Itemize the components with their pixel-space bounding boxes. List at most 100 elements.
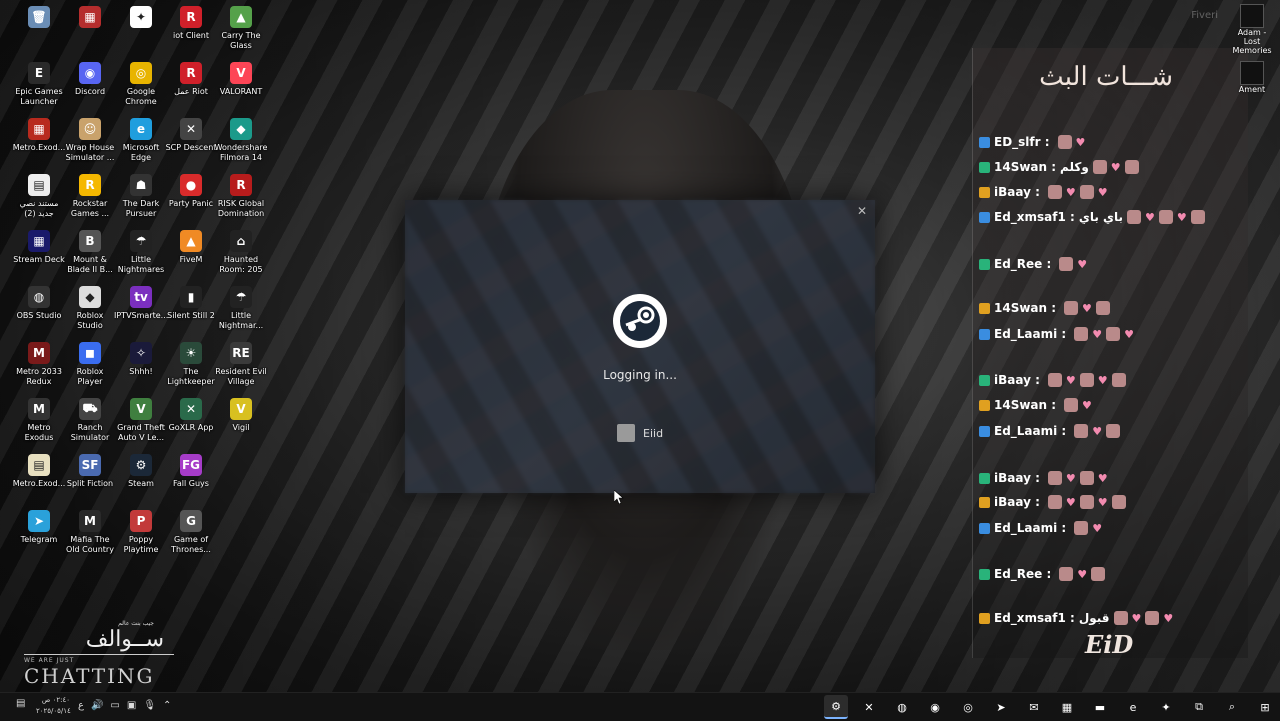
- desktop-icon[interactable]: ▤ Metro.Exod...: [12, 452, 66, 506]
- desktop-icon[interactable]: R Rockstar Games ...: [63, 172, 117, 226]
- desktop-icon[interactable]: M Mafia The Old Country: [63, 508, 117, 562]
- desktop-icon[interactable]: R عمل Riot: [164, 60, 218, 114]
- desktop-icon[interactable]: ☂ Little Nightmares: [114, 228, 168, 282]
- desktop-icon: [214, 452, 268, 506]
- desktop-icon-adam[interactable]: Adam - Lost Memories: [1230, 4, 1274, 55]
- taskbar-copilot-icon[interactable]: ✦: [1154, 695, 1178, 719]
- desktop-icon[interactable]: ⚙ Steam: [114, 452, 168, 506]
- emote-icon: [1190, 210, 1205, 224]
- desktop-icon[interactable]: ▦ Stream Deck: [12, 228, 66, 282]
- clock[interactable]: ٠٢:٤٠ ص ٢٠٢٥/٠٥/١٤: [36, 695, 71, 717]
- desktop-icon[interactable]: E Epic Games Launcher: [12, 60, 66, 114]
- desktop-icon[interactable]: ➤ Telegram: [12, 508, 66, 562]
- app-icon: ⌂: [230, 230, 252, 252]
- taskbar-outlook-icon[interactable]: ✉: [1022, 695, 1046, 719]
- taskbar-task-view-icon[interactable]: ⧉: [1187, 695, 1211, 719]
- taskbar-telegram-icon[interactable]: ➤: [989, 695, 1013, 719]
- desktop-icon[interactable]: ▦ Metro.Exod...: [12, 116, 66, 170]
- taskbar-apps: ⚙ ✕ ◍ ◉ ◎ ➤ ✉ ▦ ▬ e ✦ ⧉ ⌕ ⊞: [824, 695, 1277, 719]
- desktop-icon[interactable]: ◆ Wondershare Filmora 14: [214, 116, 268, 170]
- desktop-icon[interactable]: 🗑: [12, 4, 66, 58]
- desktop-icon-label: Vigil: [232, 423, 250, 432]
- desktop-icon[interactable]: ⛟ Ranch Simulator: [63, 396, 117, 450]
- desktop-icon[interactable]: ✕ SCP Descent: [164, 116, 218, 170]
- heart-icon: ♥: [1075, 135, 1086, 149]
- taskbar-steam-icon[interactable]: ⚙: [824, 695, 848, 719]
- desktop-icon[interactable]: ⌂ Haunted Room: 205: [214, 228, 268, 282]
- taskbar-start-icon[interactable]: ⊞: [1253, 695, 1277, 719]
- desktop-icon[interactable]: ☀ The Lightkeeper: [164, 340, 218, 394]
- chat-message: ED_slfr : ♥: [979, 132, 1085, 152]
- app-icon: ●: [180, 174, 202, 196]
- desktop-icon[interactable]: P Poppy Playtime: [114, 508, 168, 562]
- desktop-icon[interactable]: RE Resident Evil Village: [214, 340, 268, 394]
- desktop-icon[interactable]: V VALORANT: [214, 60, 268, 114]
- desktop-icon[interactable]: V Vigil: [214, 396, 268, 450]
- chat-message: 14Swan : ♥: [979, 298, 1110, 318]
- desktop-icon[interactable]: ☺ Wrap House Simulator ...: [63, 116, 117, 170]
- notification-icon[interactable]: ▤: [16, 698, 25, 709]
- desktop-icon[interactable]: Riot Client: [164, 4, 218, 58]
- chat-message: iBaay : ♥ ♥: [979, 370, 1126, 390]
- desktop-icon[interactable]: M Metro 2033 Redux: [12, 340, 66, 394]
- desktop-icon-ament[interactable]: Ament: [1230, 61, 1274, 94]
- chat-username: Ed_xmsaf1 :: [994, 210, 1075, 224]
- chevron-up-icon[interactable]: ⌃: [163, 700, 171, 711]
- desktop-icon[interactable]: M Metro Exodus: [12, 396, 66, 450]
- microphone-icon[interactable]: 🎙: [143, 700, 156, 711]
- desktop-icon[interactable]: V Grand Theft Auto V Le...: [114, 396, 168, 450]
- desktop-icon[interactable]: e Microsoft Edge: [114, 116, 168, 170]
- desktop-icon[interactable]: R RISK Global Domination: [214, 172, 268, 226]
- taskbar-xbox-icon[interactable]: ✕: [857, 695, 881, 719]
- network-icon[interactable]: ▭: [110, 700, 119, 711]
- desktop-icon[interactable]: ▤ مستند نصي جديد (2): [12, 172, 66, 226]
- app-icon: [1240, 61, 1264, 85]
- desktop-icon[interactable]: B Mount & Blade II B...: [63, 228, 117, 282]
- taskbar-chrome-icon[interactable]: ◎: [956, 695, 980, 719]
- taskbar-store-icon[interactable]: ▦: [1055, 695, 1079, 719]
- desktop-icon[interactable]: ◼ Roblox Player: [63, 340, 117, 394]
- desktop-icon[interactable]: ▦: [63, 4, 117, 58]
- emote-icon: [1111, 495, 1126, 509]
- desktop-icon-label: [114, 31, 168, 51]
- desktop-icon[interactable]: ✧ Shhh!: [114, 340, 168, 394]
- volume-icon[interactable]: 🔊: [91, 700, 103, 711]
- language-indicator[interactable]: ع: [78, 700, 84, 711]
- app-icon: R: [180, 6, 202, 28]
- desktop-icon[interactable]: ▮ Silent Still 2: [164, 284, 218, 338]
- emote-icon: [1064, 301, 1079, 315]
- desktop-icon[interactable]: G Game of Thrones...: [164, 508, 218, 562]
- desktop-icon[interactable]: ☂ Little Nightmar...: [214, 284, 268, 338]
- taskbar-discord-icon[interactable]: ◉: [923, 695, 947, 719]
- desktop-icon[interactable]: ☗ The Dark Pursuer: [114, 172, 168, 226]
- chat-message: Ed_xmsaf1 : قبول ♥ ♥: [979, 608, 1173, 628]
- desktop-icon[interactable]: ◉ Discord: [63, 60, 117, 114]
- desktop-icon[interactable]: FG Fall Guys: [164, 452, 218, 506]
- taskbar-search-icon[interactable]: ⌕: [1220, 695, 1244, 719]
- desktop-icon[interactable]: ▲ FiveM: [164, 228, 218, 282]
- desktop-icon-label: Resident Evil Village: [215, 367, 267, 386]
- desktop-icon[interactable]: ◍ OBS Studio: [12, 284, 66, 338]
- desktop-icon[interactable]: ✦: [114, 4, 168, 58]
- heart-icon: ♥: [1077, 567, 1088, 581]
- desktop-icon-label: Game of Thrones...: [171, 535, 211, 554]
- taskbar-obs-icon[interactable]: ◍: [890, 695, 914, 719]
- close-icon[interactable]: ✕: [855, 204, 869, 218]
- desktop-icon[interactable]: SF Split Fiction: [63, 452, 117, 506]
- desktop-icon[interactable]: ◆ Roblox Studio: [63, 284, 117, 338]
- clock-date: ٢٠٢٥/٠٥/١٤: [36, 707, 71, 715]
- heart-icon: ♥: [1092, 521, 1103, 535]
- chat-username: 14Swan :: [994, 160, 1057, 174]
- desktop-icon-label: Metro.Exod...: [12, 479, 66, 488]
- desktop-icon[interactable]: tv IPTVSmarte...: [114, 284, 168, 338]
- desktop-icon[interactable]: ● Party Panic: [164, 172, 218, 226]
- emote-icon: [1074, 327, 1089, 341]
- display-icon[interactable]: ▣: [127, 700, 136, 711]
- taskbar-explorer-icon[interactable]: ▬: [1088, 695, 1112, 719]
- taskbar-edge-icon[interactable]: e: [1121, 695, 1145, 719]
- desktop-icon[interactable]: ◎ Google Chrome: [114, 60, 168, 114]
- desktop-icon[interactable]: ✕ GoXLR App: [164, 396, 218, 450]
- desktop-icon-label: Google Chrome: [125, 87, 157, 106]
- desktop-icon[interactable]: ▲ Carry The Glass: [214, 4, 268, 58]
- watermark-divider: [24, 654, 174, 655]
